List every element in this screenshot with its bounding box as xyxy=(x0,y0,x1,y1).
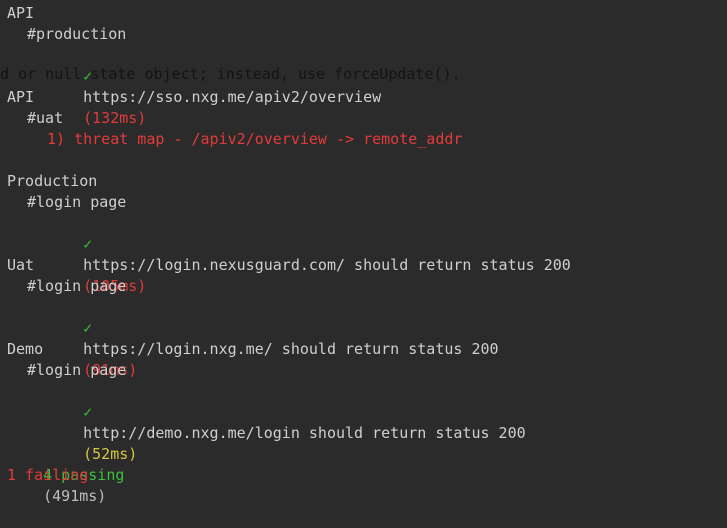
suite-context: #production xyxy=(27,25,127,43)
check-icon: ✓ xyxy=(83,403,93,421)
suite-context: #login page xyxy=(27,277,127,295)
test-title: https://login.nxg.me/ should return stat… xyxy=(83,340,499,358)
suite-title: Production xyxy=(7,172,98,190)
test-title: https://login.nexusguard.com/ should ret… xyxy=(83,256,571,274)
test-result-row: ✓ https://login.nexusguard.com/ should r… xyxy=(47,213,571,295)
passing-summary: 4 passing (491ms) xyxy=(7,444,124,505)
warning-overlay-text: d or null state object; instead, use for… xyxy=(0,65,461,83)
total-duration: (491ms) xyxy=(43,487,107,505)
failing-test: 1) threat map - /apiv2/overview -> remot… xyxy=(47,130,463,148)
suite-context: #uat xyxy=(27,109,64,127)
check-icon: ✓ xyxy=(83,319,93,337)
test-result-row: ✓ https://login.nxg.me/ should return st… xyxy=(47,297,498,379)
check-icon: ✓ xyxy=(83,235,93,253)
suite-title: Demo xyxy=(7,340,44,358)
suite-title: Uat xyxy=(7,256,35,274)
failing-summary: 1 failing xyxy=(7,466,89,484)
test-result-row: ✓ https://sso.nxg.me/apiv2/overview (132… xyxy=(47,45,381,127)
suite-title: API xyxy=(7,4,35,22)
suite-title: API xyxy=(7,88,35,106)
suite-context: #login page xyxy=(27,361,127,379)
test-title: https://sso.nxg.me/apiv2/overview xyxy=(83,88,382,106)
test-duration: (132ms) xyxy=(83,109,147,127)
suite-context: #login page xyxy=(27,193,127,211)
terminal-window: API #production ✓ https://sso.nxg.me/api… xyxy=(0,0,727,505)
test-result-row: ✓ http://demo.nxg.me/login should return… xyxy=(47,381,526,463)
test-title: http://demo.nxg.me/login should return s… xyxy=(83,424,526,442)
